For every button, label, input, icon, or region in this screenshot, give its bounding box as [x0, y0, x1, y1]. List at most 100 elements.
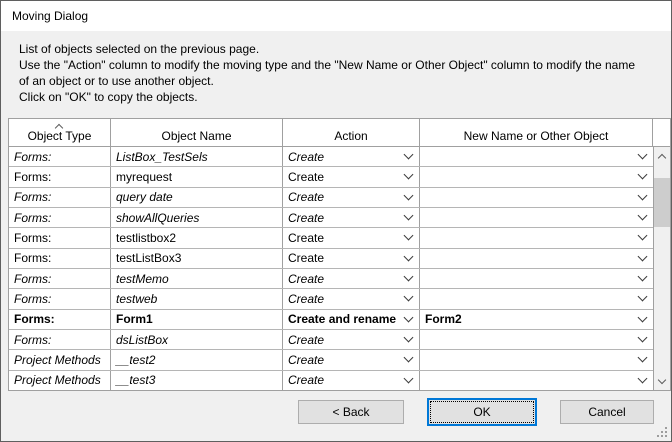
cell-object-type: Forms: — [9, 249, 111, 268]
chevron-down-icon — [638, 292, 648, 302]
objects-table: Object Type Object Name Action New Name … — [8, 118, 671, 391]
chevron-down-icon — [404, 150, 414, 160]
instructions-line: of an object or to use another object. — [19, 73, 635, 89]
cell-object-name: Form1 — [111, 310, 283, 329]
action-dropdown[interactable]: Create — [283, 249, 420, 268]
chevron-down-icon — [638, 150, 648, 160]
cell-object-type: Project Methods — [9, 371, 111, 390]
action-dropdown[interactable]: Create — [283, 147, 420, 166]
table-body: Forms: ListBox_TestSels Create Forms: my… — [9, 147, 670, 390]
column-header-object-name[interactable]: Object Name — [111, 119, 283, 146]
ok-button[interactable]: OK — [427, 398, 537, 426]
cell-object-name: testweb — [111, 289, 283, 308]
new-name-dropdown[interactable] — [420, 350, 653, 369]
cell-action-label: Create — [288, 231, 324, 245]
cell-action-label: Create — [288, 373, 324, 387]
table-row: Forms: testMemo Create — [9, 269, 653, 289]
chevron-down-icon — [404, 272, 414, 282]
chevron-down-icon — [404, 211, 414, 221]
table-row: Forms: ListBox_TestSels Create — [9, 147, 653, 167]
table-row: Forms: testlistbox2 Create — [9, 228, 653, 248]
cell-object-type: Forms: — [9, 188, 111, 207]
new-name-dropdown[interactable] — [420, 228, 653, 247]
back-button[interactable]: < Back — [298, 400, 404, 424]
new-name-dropdown[interactable] — [420, 289, 653, 308]
action-dropdown[interactable]: Create — [283, 289, 420, 308]
chevron-down-icon — [638, 312, 648, 322]
cell-action-label: Create — [288, 272, 324, 286]
chevron-down-icon — [638, 251, 648, 261]
scroll-up-button[interactable] — [654, 147, 670, 164]
chevron-down-icon — [404, 373, 414, 383]
chevron-down-icon — [658, 375, 666, 383]
new-name-dropdown[interactable] — [420, 249, 653, 268]
cell-object-name: testMemo — [111, 269, 283, 288]
column-header-new-name[interactable]: New Name or Other Object — [420, 119, 653, 146]
instructions-line: Click on "OK" to copy the objects. — [19, 89, 635, 105]
action-dropdown[interactable]: Create — [283, 330, 420, 349]
new-name-dropdown[interactable] — [420, 208, 653, 227]
table-row: Forms: showAllQueries Create — [9, 208, 653, 228]
action-dropdown[interactable]: Create — [283, 188, 420, 207]
column-header-object-type[interactable]: Object Type — [9, 119, 111, 146]
cell-object-type: Forms: — [9, 310, 111, 329]
cell-action-label: Create — [288, 251, 324, 265]
action-dropdown[interactable]: Create — [283, 167, 420, 186]
cell-object-name: query date — [111, 188, 283, 207]
scrollbar-thumb[interactable] — [654, 178, 670, 227]
chevron-down-icon — [638, 211, 648, 221]
cell-object-name: __test3 — [111, 371, 283, 390]
new-name-dropdown[interactable] — [420, 269, 653, 288]
action-dropdown[interactable]: Create — [283, 350, 420, 369]
new-name-dropdown[interactable]: Form2 — [420, 310, 653, 329]
table-row: Forms: query date Create — [9, 188, 653, 208]
action-dropdown[interactable]: Create — [283, 371, 420, 390]
cell-object-type: Project Methods — [9, 350, 111, 369]
title-bar: Moving Dialog — [1, 1, 671, 31]
vertical-scrollbar[interactable] — [653, 147, 670, 390]
resize-grip[interactable] — [655, 425, 667, 437]
chevron-down-icon — [404, 353, 414, 363]
chevron-down-icon — [638, 373, 648, 383]
chevron-down-icon — [638, 190, 648, 200]
chevron-down-icon — [404, 170, 414, 180]
table-row: Forms: Form1 Create and rename Form2 — [9, 310, 653, 330]
dialog-title: Moving Dialog — [12, 9, 88, 23]
cell-object-type: Forms: — [9, 269, 111, 288]
action-dropdown[interactable]: Create — [283, 269, 420, 288]
cell-object-name: dsListBox — [111, 330, 283, 349]
table-row: Forms: dsListBox Create — [9, 330, 653, 350]
new-name-dropdown[interactable] — [420, 167, 653, 186]
table-header: Object Type Object Name Action New Name … — [9, 119, 670, 147]
table-rows: Forms: ListBox_TestSels Create Forms: my… — [9, 147, 653, 390]
cell-action-label: Create — [288, 211, 324, 225]
cell-object-type: Forms: — [9, 228, 111, 247]
chevron-down-icon — [638, 333, 648, 343]
table-row: Project Methods __test3 Create — [9, 371, 653, 390]
cell-object-name: showAllQueries — [111, 208, 283, 227]
cell-object-type: Forms: — [9, 289, 111, 308]
new-name-dropdown[interactable] — [420, 147, 653, 166]
new-name-dropdown[interactable] — [420, 371, 653, 390]
column-header-action[interactable]: Action — [283, 119, 420, 146]
cell-action-label: Create — [288, 170, 324, 184]
table-row: Forms: testListBox3 Create — [9, 249, 653, 269]
cell-object-name: testlistbox2 — [111, 228, 283, 247]
cell-action-label: Create and rename — [288, 312, 396, 326]
cell-object-name: testListBox3 — [111, 249, 283, 268]
cancel-button[interactable]: Cancel — [560, 400, 654, 424]
table-row: Forms: testweb Create — [9, 289, 653, 309]
scroll-down-button[interactable] — [654, 373, 670, 390]
cell-action-label: Create — [288, 292, 324, 306]
action-dropdown[interactable]: Create — [283, 228, 420, 247]
action-dropdown[interactable]: Create and rename — [283, 310, 420, 329]
chevron-down-icon — [404, 231, 414, 241]
new-name-dropdown[interactable] — [420, 188, 653, 207]
new-name-dropdown[interactable] — [420, 330, 653, 349]
instructions: List of objects selected on the previous… — [19, 41, 635, 105]
cell-action-label: Create — [288, 150, 324, 164]
table-row: Forms: myrequest Create — [9, 167, 653, 187]
action-dropdown[interactable]: Create — [283, 208, 420, 227]
instructions-line: List of objects selected on the previous… — [19, 41, 635, 57]
chevron-down-icon — [404, 312, 414, 322]
